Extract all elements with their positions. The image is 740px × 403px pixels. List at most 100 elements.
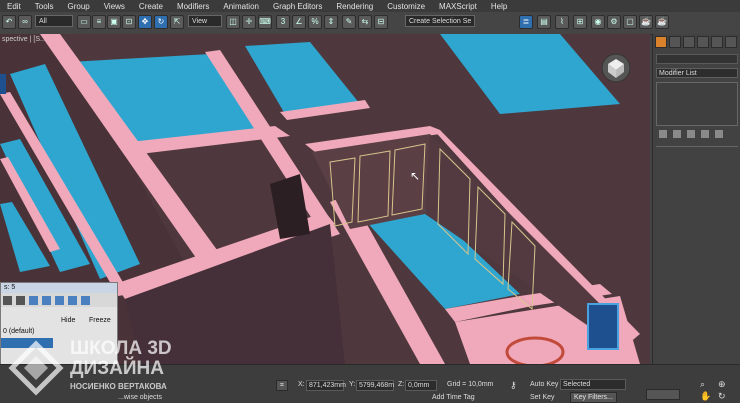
- select-rotate-icon[interactable]: ↻: [154, 15, 168, 29]
- display-tab-icon[interactable]: [711, 36, 723, 48]
- modify-tab-icon[interactable]: [669, 36, 681, 48]
- y-coordinate-field[interactable]: 5799,468m: [356, 380, 394, 391]
- select-move-icon[interactable]: ✥: [138, 15, 152, 29]
- status-bar: ⌗ X: 871,423mm Y: 5799,468m Z: 0,0mm Gri…: [0, 364, 740, 403]
- zoom-icon[interactable]: ⌕: [700, 379, 705, 390]
- pin-stack-icon[interactable]: [659, 130, 667, 138]
- menu-views[interactable]: Views: [97, 2, 132, 11]
- select-manipulate-icon[interactable]: ✛: [242, 15, 256, 29]
- menu-bar: Edit Tools Group Views Create Modifiers …: [0, 0, 740, 12]
- key-filters-button[interactable]: Key Filters...: [570, 392, 617, 403]
- command-panel-tabs: [655, 36, 739, 50]
- menu-customize[interactable]: Customize: [380, 2, 432, 11]
- zoom-all-icon[interactable]: ⊕: [718, 379, 726, 390]
- modifier-list-dropdown[interactable]: Modifier List: [656, 68, 738, 78]
- highlight-layer-icon[interactable]: [55, 295, 64, 305]
- hide-all-icon[interactable]: [68, 295, 77, 305]
- window-crossing-icon[interactable]: ⊡: [122, 15, 136, 29]
- schematic-view-icon[interactable]: ⊞: [573, 15, 587, 29]
- rect-selection-icon[interactable]: ▣: [107, 15, 121, 29]
- freeze-column-header[interactable]: Freeze: [89, 317, 111, 324]
- add-layer-icon[interactable]: [16, 295, 25, 305]
- layer-row-default[interactable]: 0 (default): [1, 327, 53, 337]
- graphite-ribbon-icon[interactable]: ▤: [537, 15, 551, 29]
- angle-snap-icon[interactable]: ∠: [292, 15, 306, 29]
- viewport-label[interactable]: spective | [S...: [2, 36, 46, 43]
- edit-named-selection-icon[interactable]: ✎: [342, 15, 356, 29]
- key-mode-dropdown[interactable]: Selected: [560, 379, 626, 390]
- curve-editor-icon[interactable]: ⌇: [555, 15, 569, 29]
- menu-maxscript[interactable]: MAXScript: [432, 2, 484, 11]
- z-coordinate-field[interactable]: 0,0mm: [405, 380, 437, 391]
- mouse-cursor-icon: ↖: [410, 169, 421, 183]
- add-time-tag-button[interactable]: Add Time Tag: [432, 394, 475, 401]
- menu-group[interactable]: Group: [60, 2, 96, 11]
- snaps-toggle-icon[interactable]: 3: [276, 15, 290, 29]
- z-label: Z:: [398, 381, 405, 388]
- object-name-field[interactable]: [656, 54, 738, 64]
- render-frame-icon[interactable]: ▢: [623, 15, 637, 29]
- x-label: X:: [298, 381, 305, 388]
- menu-help[interactable]: Help: [484, 2, 514, 11]
- key-icon: ⚷: [510, 380, 517, 390]
- select-object-icon[interactable]: ▭: [77, 15, 91, 29]
- stack-controls: [659, 130, 723, 138]
- mirror-icon[interactable]: ⇆: [358, 15, 372, 29]
- layer-dialog-toolbar: [1, 293, 117, 307]
- pan-icon[interactable]: ✋: [700, 391, 711, 402]
- grid-size-text: Grid = 10,0mm: [447, 381, 494, 388]
- select-by-name-icon[interactable]: ≡: [92, 15, 106, 29]
- hierarchy-tab-icon[interactable]: [683, 36, 695, 48]
- select-in-layer-icon[interactable]: [42, 295, 51, 305]
- material-editor-icon[interactable]: ◉: [591, 15, 605, 29]
- percent-snap-icon[interactable]: %: [308, 15, 322, 29]
- render-setup-icon[interactable]: ⚙: [607, 15, 621, 29]
- menu-create[interactable]: Create: [132, 2, 170, 11]
- frame-spinner[interactable]: [646, 389, 680, 400]
- panel-divider: [656, 146, 738, 147]
- y-label: Y:: [349, 381, 356, 388]
- menu-animation[interactable]: Animation: [216, 2, 266, 11]
- spinner-snap-icon[interactable]: ⇕: [324, 15, 338, 29]
- utilities-tab-icon[interactable]: [725, 36, 737, 48]
- named-selection-sets-dropdown[interactable]: Create Selection Se: [405, 15, 475, 27]
- layer-row-selected[interactable]: [1, 338, 53, 348]
- freeze-all-icon[interactable]: [81, 295, 90, 305]
- reference-coordinate-dropdown[interactable]: View: [188, 15, 222, 27]
- command-panel: Modifier List: [652, 34, 740, 364]
- keyboard-shortcut-icon[interactable]: ⌨: [258, 15, 272, 29]
- show-end-result-icon[interactable]: [673, 130, 681, 138]
- remove-modifier-icon[interactable]: [701, 130, 709, 138]
- align-icon[interactable]: ⊟: [374, 15, 388, 29]
- render-iterative-icon[interactable]: ☕: [655, 15, 669, 29]
- orbit-icon[interactable]: ↻: [718, 391, 726, 402]
- menu-graph-editors[interactable]: Graph Editors: [266, 2, 329, 11]
- layer-manager-icon[interactable]: ≣: [519, 15, 533, 29]
- menu-edit[interactable]: Edit: [0, 2, 28, 11]
- link-icon[interactable]: ∞: [18, 15, 32, 29]
- x-coordinate-field[interactable]: 871,423mm: [306, 380, 346, 391]
- configure-sets-icon[interactable]: [715, 130, 723, 138]
- undo-icon[interactable]: ↶: [2, 15, 16, 29]
- add-to-layer-icon[interactable]: [29, 295, 38, 305]
- select-scale-icon[interactable]: ⇱: [170, 15, 184, 29]
- create-tab-icon[interactable]: [655, 36, 667, 48]
- motion-tab-icon[interactable]: [697, 36, 709, 48]
- layer-dialog-title: s: 5: [1, 283, 117, 293]
- auto-key-label[interactable]: Auto Key: [530, 381, 558, 388]
- menu-rendering[interactable]: Rendering: [329, 2, 380, 11]
- render-production-icon[interactable]: ☕: [639, 15, 653, 29]
- set-key-button[interactable]: Set Key: [530, 394, 555, 401]
- close-layer-icon[interactable]: [3, 295, 12, 305]
- selection-filter-dropdown[interactable]: All: [35, 15, 73, 27]
- status-prompt-text: ...wise objects: [118, 394, 162, 401]
- menu-modifiers[interactable]: Modifiers: [170, 2, 216, 11]
- menu-tools[interactable]: Tools: [28, 2, 61, 11]
- absolute-mode-icon[interactable]: ⌗: [276, 380, 288, 391]
- modifier-stack[interactable]: [656, 82, 738, 126]
- pivot-center-icon[interactable]: ◫: [226, 15, 240, 29]
- layer-manager-dialog: s: 5 Hide Freeze 0 (default): [0, 282, 118, 374]
- hide-column-header[interactable]: Hide: [61, 317, 75, 324]
- make-unique-icon[interactable]: [687, 130, 695, 138]
- main-toolbar: ↶ ∞ All ▭ ≡ ▣ ⊡ ✥ ↻ ⇱ View ◫ ✛ ⌨ 3 ∠ % ⇕…: [0, 12, 740, 35]
